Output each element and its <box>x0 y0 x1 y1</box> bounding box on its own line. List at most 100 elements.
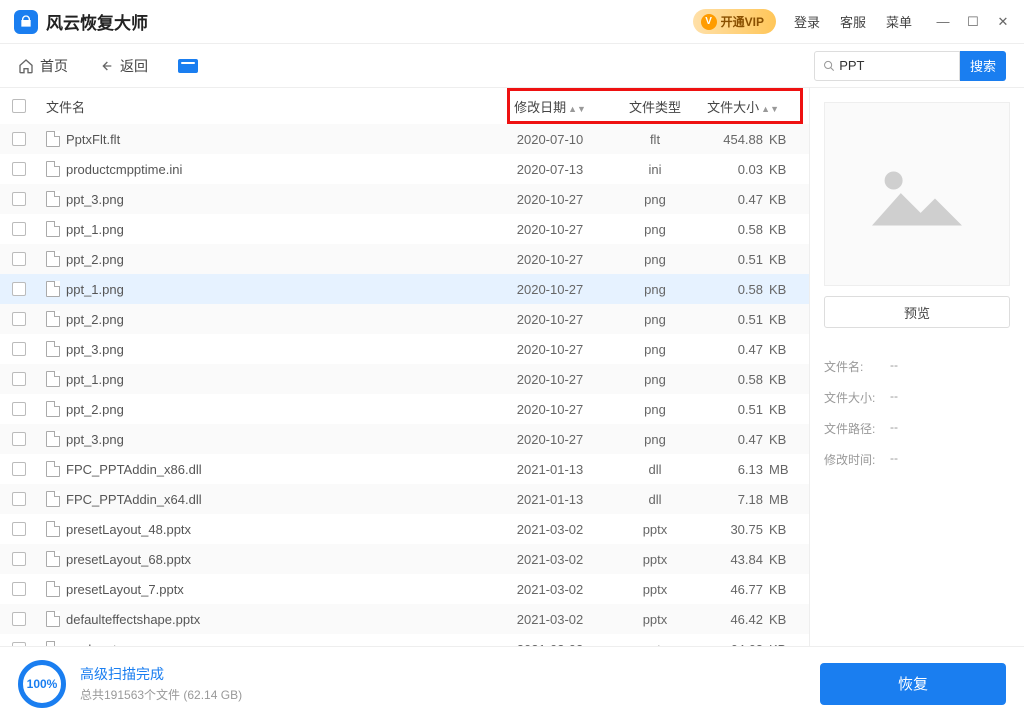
row-checkbox[interactable] <box>12 522 26 536</box>
meta-name-label: 文件名: <box>824 358 890 375</box>
file-size-unit: KB <box>763 222 799 237</box>
file-size-unit: KB <box>763 642 799 647</box>
file-name: ppt_1.png <box>66 372 124 387</box>
row-checkbox[interactable] <box>12 642 26 646</box>
vip-button[interactable]: V开通VIP <box>693 9 776 34</box>
file-size: 46.42 <box>705 612 763 627</box>
login-link[interactable]: 登录 <box>794 12 820 31</box>
table-row[interactable]: productcmpptime.ini2020-07-13ini0.03KB <box>0 154 809 184</box>
file-name: ppt_2.png <box>66 252 124 267</box>
support-link[interactable]: 客服 <box>840 12 866 31</box>
file-icon <box>46 611 60 627</box>
file-size: 30.75 <box>705 522 763 537</box>
back-arrow-icon <box>98 58 114 74</box>
table-row[interactable]: FPC_PPTAddin_x64.dll2021-01-13dll7.18MB <box>0 484 809 514</box>
row-checkbox[interactable] <box>12 222 26 236</box>
table-row[interactable]: presetLayout_68.pptx2021-03-02pptx43.84K… <box>0 544 809 574</box>
table-row[interactable]: ppt_2.png2020-10-27png0.51KB <box>0 244 809 274</box>
file-name: ppt_1.png <box>66 222 124 237</box>
table-row[interactable]: ppt_2.png2020-10-27png0.51KB <box>0 304 809 334</box>
table-row[interactable]: ppt_3.png2020-10-27png0.47KB <box>0 424 809 454</box>
row-checkbox[interactable] <box>12 342 26 356</box>
search-input-wrap[interactable] <box>814 51 960 81</box>
toolbar: 首页 返回 搜索 <box>0 44 1024 88</box>
close-icon[interactable]: ✕ <box>996 14 1010 30</box>
file-type: png <box>605 342 705 357</box>
file-size: 0.58 <box>705 222 763 237</box>
row-checkbox[interactable] <box>12 492 26 506</box>
preview-button[interactable]: 预览 <box>824 296 1010 328</box>
row-checkbox[interactable] <box>12 432 26 446</box>
row-checkbox[interactable] <box>12 282 26 296</box>
row-checkbox[interactable] <box>12 312 26 326</box>
file-date: 2020-07-10 <box>495 132 605 147</box>
file-type: dll <box>605 462 705 477</box>
file-date: 2020-10-27 <box>495 342 605 357</box>
file-date: 2020-10-27 <box>495 312 605 327</box>
col-name[interactable]: 文件名 <box>34 97 495 116</box>
row-checkbox[interactable] <box>12 552 26 566</box>
file-date: 2020-10-27 <box>495 252 605 267</box>
file-icon <box>46 341 60 357</box>
minimize-icon[interactable]: — <box>936 14 950 30</box>
table-row[interactable]: FPC_PPTAddin_x86.dll2021-01-13dll6.13MB <box>0 454 809 484</box>
table-row[interactable]: ppt_1.png2020-10-27png0.58KB <box>0 214 809 244</box>
back-button[interactable]: 返回 <box>98 56 148 76</box>
row-checkbox[interactable] <box>12 192 26 206</box>
table-row[interactable]: ppt_3.png2020-10-27png0.47KB <box>0 184 809 214</box>
file-icon <box>46 401 60 417</box>
file-size-unit: KB <box>763 132 799 147</box>
select-all-checkbox[interactable] <box>12 99 26 113</box>
row-checkbox[interactable] <box>12 162 26 176</box>
table-row[interactable]: ppt_2.png2020-10-27png0.51KB <box>0 394 809 424</box>
col-date[interactable]: 修改日期▲▼ <box>495 97 605 116</box>
table-row[interactable]: PptxFlt.flt2020-07-10flt454.88KB <box>0 124 809 154</box>
file-name: FPC_PPTAddin_x64.dll <box>66 492 202 507</box>
table-row[interactable]: ppt_1.png2020-10-27png0.58KB <box>0 364 809 394</box>
file-size-unit: KB <box>763 402 799 417</box>
meta-mtime-label: 修改时间: <box>824 451 890 468</box>
row-checkbox[interactable] <box>12 252 26 266</box>
row-checkbox[interactable] <box>12 582 26 596</box>
file-rows[interactable]: PptxFlt.flt2020-07-10flt454.88KBproductc… <box>0 124 809 646</box>
col-size[interactable]: 文件大小▲▼ <box>705 97 799 116</box>
titlebar: 风云恢复大师 V开通VIP 登录 客服 菜单 — ☐ ✕ <box>0 0 1024 44</box>
table-row[interactable]: ppt_3.png2020-10-27png0.47KB <box>0 334 809 364</box>
file-date: 2020-10-27 <box>495 432 605 447</box>
file-type: pptx <box>605 522 705 537</box>
row-checkbox[interactable] <box>12 402 26 416</box>
row-checkbox[interactable] <box>12 612 26 626</box>
home-button[interactable]: 首页 <box>18 56 68 76</box>
file-name: PptxFlt.flt <box>66 132 120 147</box>
file-name: ppt_3.png <box>66 432 124 447</box>
file-size-unit: KB <box>763 552 799 567</box>
file-type: dll <box>605 492 705 507</box>
file-type: png <box>605 402 705 417</box>
row-checkbox[interactable] <box>12 132 26 146</box>
table-row[interactable]: ppt_1.png2020-10-27png0.58KB <box>0 274 809 304</box>
file-icon <box>46 431 60 447</box>
file-type: pptx <box>605 612 705 627</box>
progress-ring: 100% <box>18 660 66 708</box>
maximize-icon[interactable]: ☐ <box>966 14 980 30</box>
recover-button[interactable]: 恢复 <box>820 663 1006 705</box>
table-row[interactable]: presetLayout_48.pptx2021-03-02pptx30.75K… <box>0 514 809 544</box>
file-icon <box>46 191 60 207</box>
row-checkbox[interactable] <box>12 372 26 386</box>
search-input[interactable] <box>839 58 951 73</box>
row-checkbox[interactable] <box>12 462 26 476</box>
preview-placeholder <box>824 102 1010 286</box>
file-type: pptx <box>605 552 705 567</box>
vip-label: 开通VIP <box>721 13 764 30</box>
table-row[interactable]: presetLayout_7.pptx2021-03-02pptx46.77KB <box>0 574 809 604</box>
table-row[interactable]: defaulteffectshape.pptx2021-03-02pptx46.… <box>0 604 809 634</box>
col-type[interactable]: 文件类型 <box>605 97 705 116</box>
search-button[interactable]: 搜索 <box>960 51 1006 81</box>
footer: 100% 高级扫描完成 总共191563个文件 (62.14 GB) 恢复 <box>0 646 1024 720</box>
menu-link[interactable]: 菜单 <box>886 12 912 31</box>
file-size: 7.18 <box>705 492 763 507</box>
disk-button[interactable] <box>178 59 198 73</box>
file-size-unit: MB <box>763 462 799 477</box>
table-row[interactable]: mark.pptx2021-03-02pptx64.62KB <box>0 634 809 646</box>
scan-status-subtitle: 总共191563个文件 (62.14 GB) <box>80 686 242 703</box>
